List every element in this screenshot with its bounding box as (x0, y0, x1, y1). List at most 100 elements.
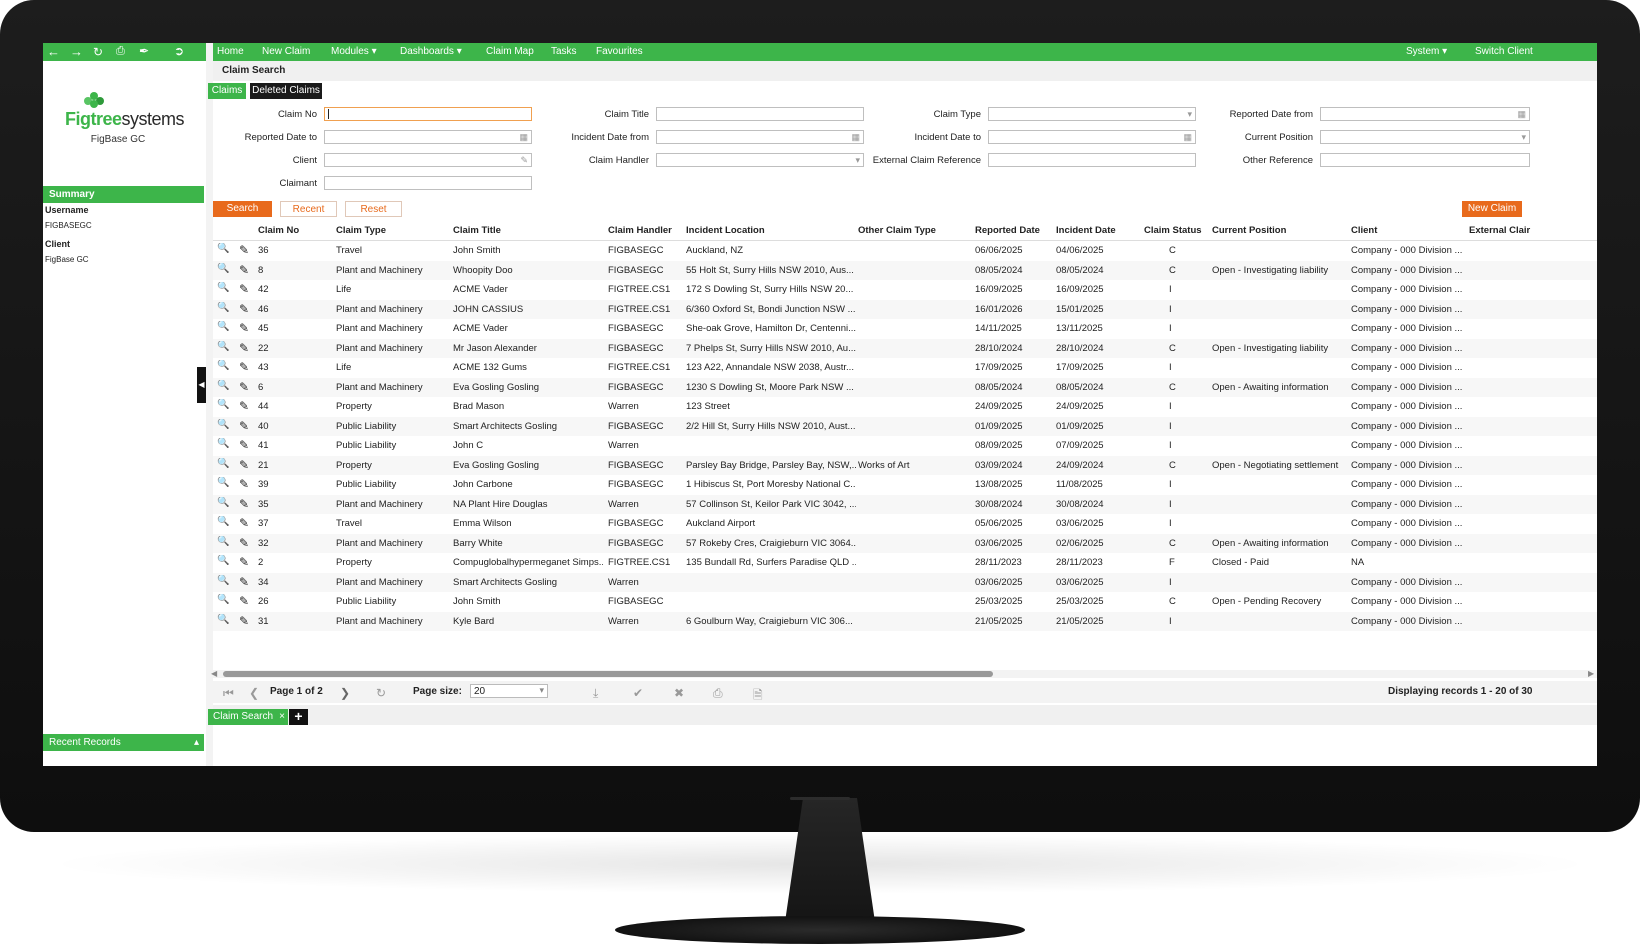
refresh-icon[interactable]: ↻ (93, 45, 103, 59)
summary-header[interactable]: Summary (43, 186, 204, 203)
edit-pencil-icon[interactable]: ✎ (239, 594, 249, 608)
claim-handler-select[interactable]: ▾ (656, 153, 864, 167)
col-claim-status[interactable]: Claim Status (1144, 225, 1202, 236)
table-row[interactable]: 🔍 ✎ 26 Public Liability John Smith FIGBASEGC 2… (213, 592, 1597, 612)
edit-pencil-icon[interactable]: ✎ (239, 555, 249, 569)
table-row[interactable]: 🔍 ✎ 34 Plant and Machinery Smart Architects … (213, 572, 1597, 592)
view-magnifier-icon[interactable]: 🔍 (217, 321, 229, 332)
external-claim-reference-input[interactable] (988, 153, 1196, 167)
claimant-input[interactable] (324, 176, 532, 190)
edit-pencil-icon[interactable]: ✎ (239, 575, 249, 589)
table-row[interactable]: 🔍 ✎ 44 Property Brad Mason Warren 123 Street 24… (213, 397, 1597, 417)
table-row[interactable]: 🔍 ✎ 45 Plant and Machinery ACME Vader FIGBASE… (213, 319, 1597, 339)
tab-deleted-claims[interactable]: Deleted Claims (250, 83, 322, 99)
scroll-right-icon[interactable]: ▶ (1588, 669, 1594, 678)
download-icon[interactable]: ⤓ (593, 686, 598, 701)
chevron-down-icon[interactable]: ▾ (1521, 131, 1526, 144)
menu-home[interactable]: Home (217, 46, 244, 57)
edit-pencil-icon[interactable]: ✎ (239, 282, 249, 296)
recent-records-bar[interactable]: Recent Records ▴ (43, 734, 204, 751)
edit-pencil-icon[interactable]: ✎ (239, 321, 249, 335)
new-claim-button[interactable]: New Claim (1462, 201, 1522, 217)
forward-arrow-icon[interactable]: → (70, 44, 83, 59)
close-icon[interactable]: × (279, 709, 285, 725)
first-page-icon[interactable]: ⏮ (223, 686, 234, 701)
view-magnifier-icon[interactable]: 🔍 (217, 263, 229, 274)
calendar-icon[interactable]: ▦ (1517, 108, 1526, 121)
col-incident-location[interactable]: Incident Location (686, 225, 765, 236)
sidebar-collapse-handle[interactable]: ◀ (197, 367, 206, 403)
claim-type-select[interactable]: ▾ (988, 107, 1196, 121)
col-claim-title[interactable]: Claim Title (453, 225, 501, 236)
table-row[interactable]: 🔍 ✎ 39 Public Liability John Carbone FIGBASEG… (213, 475, 1597, 495)
view-magnifier-icon[interactable]: 🔍 (217, 399, 229, 410)
menu-claim-map[interactable]: Claim Map (486, 46, 534, 57)
col-incident-date[interactable]: Incident Date (1056, 225, 1116, 236)
next-page-icon[interactable]: ❯ (340, 686, 350, 700)
export-file-icon[interactable]: 🗎 (753, 686, 763, 707)
print-icon[interactable]: ⎙ (713, 686, 723, 701)
view-magnifier-icon[interactable]: 🔍 (217, 243, 229, 254)
other-reference-input[interactable] (1320, 153, 1530, 167)
current-position-select[interactable]: ▾ (1320, 130, 1530, 144)
col-client[interactable]: Client (1351, 225, 1377, 236)
edit-pencil-icon[interactable]: ✎ (239, 419, 249, 433)
table-row[interactable]: 🔍 ✎ 31 Plant and Machinery Kyle Bard Warren 6 … (213, 611, 1597, 631)
reported-date-to-input[interactable]: ▦ (324, 130, 532, 144)
view-magnifier-icon[interactable]: 🔍 (217, 302, 229, 313)
menu-dashboards[interactable]: Dashboards ▾ (400, 46, 462, 57)
scroll-left-icon[interactable]: ◀ (211, 669, 217, 678)
brush-icon[interactable]: ✒ (139, 44, 149, 58)
menu-switch-client[interactable]: Switch Client (1475, 46, 1533, 57)
edit-pencil-icon[interactable]: ✎ (239, 263, 249, 277)
edit-pencil-icon[interactable]: ✎ (239, 614, 249, 628)
edit-pencil-icon[interactable]: ✎ (239, 536, 249, 550)
scrollbar-thumb[interactable] (223, 671, 993, 677)
claim-no-input[interactable] (324, 107, 532, 121)
table-row[interactable]: 🔍 ✎ 8 Plant and Machinery Whoopity Doo FIGBAS… (213, 260, 1597, 280)
table-row[interactable]: 🔍 ✎ 22 Plant and Machinery Mr Jason Alexande… (213, 338, 1597, 358)
col-claim-no[interactable]: Claim No (258, 225, 299, 236)
menu-modules[interactable]: Modules ▾ (331, 46, 377, 57)
edit-pencil-icon[interactable]: ✎ (239, 516, 249, 530)
back-arrow-icon[interactable]: ← (47, 44, 60, 59)
view-magnifier-icon[interactable]: 🔍 (217, 360, 229, 371)
edit-pencil-icon[interactable]: ✎ (239, 399, 249, 413)
table-row[interactable]: 🔍 ✎ 43 Life ACME 132 Gums FIGTREE.CS1 123 A22,… (213, 358, 1597, 378)
table-row[interactable]: 🔍 ✎ 41 Public Liability John C Warren 08/09/20… (213, 436, 1597, 456)
view-magnifier-icon[interactable]: 🔍 (217, 282, 229, 293)
view-magnifier-icon[interactable]: 🔍 (217, 341, 229, 352)
claim-title-input[interactable] (656, 107, 864, 121)
view-magnifier-icon[interactable]: 🔍 (217, 438, 229, 449)
col-other-claim-type[interactable]: Other Claim Type (858, 225, 936, 236)
table-row[interactable]: 🔍 ✎ 2 Property Compuglobalhypermeganet Simps… (213, 553, 1597, 573)
menu-tasks[interactable]: Tasks (551, 46, 577, 57)
prev-page-icon[interactable]: ❮ (249, 686, 259, 700)
edit-pencil-icon[interactable]: ✎ (239, 497, 249, 511)
edit-pencil-icon[interactable]: ✎ (239, 438, 249, 452)
view-magnifier-icon[interactable]: 🔍 (217, 380, 229, 391)
table-row[interactable]: 🔍 ✎ 46 Plant and Machinery JOHN CASSIUS FIGTR… (213, 299, 1597, 319)
col-claim-type[interactable]: Claim Type (336, 225, 386, 236)
logout-icon[interactable]: ➲ (174, 44, 184, 58)
tab-claim-search[interactable]: Claim Search × (208, 709, 288, 725)
view-magnifier-icon[interactable]: 🔍 (217, 497, 229, 508)
tab-claims[interactable]: Claims (208, 83, 246, 99)
table-row[interactable]: 🔍 ✎ 36 Travel John Smith FIGBASEGC Auckland, N… (213, 241, 1597, 261)
print-icon[interactable]: ⎙ (116, 45, 125, 58)
edit-pencil-icon[interactable]: ✎ (239, 477, 249, 491)
view-magnifier-icon[interactable]: 🔍 (217, 555, 229, 566)
table-row[interactable]: 🔍 ✎ 40 Public Liability Smart Architects Gos… (213, 416, 1597, 436)
view-magnifier-icon[interactable]: 🔍 (217, 516, 229, 527)
check-circle-icon[interactable]: ✔ (633, 686, 643, 700)
add-tab-button[interactable]: + (289, 709, 308, 725)
view-magnifier-icon[interactable]: 🔍 (217, 419, 229, 430)
edit-pencil-icon[interactable]: ✎ (239, 458, 249, 472)
edit-pencil-icon[interactable]: ✎ (239, 341, 249, 355)
edit-pencil-icon[interactable]: ✎ (239, 380, 249, 394)
reported-date-from-input[interactable]: ▦ (1320, 107, 1530, 121)
table-row[interactable]: 🔍 ✎ 37 Travel Emma Wilson FIGBASEGC Aukcland A… (213, 514, 1597, 534)
table-row[interactable]: 🔍 ✎ 6 Plant and Machinery Eva Gosling Goslin… (213, 377, 1597, 397)
menu-new-claim[interactable]: New Claim (262, 46, 310, 57)
incident-date-to-input[interactable]: ▦ (988, 130, 1196, 144)
